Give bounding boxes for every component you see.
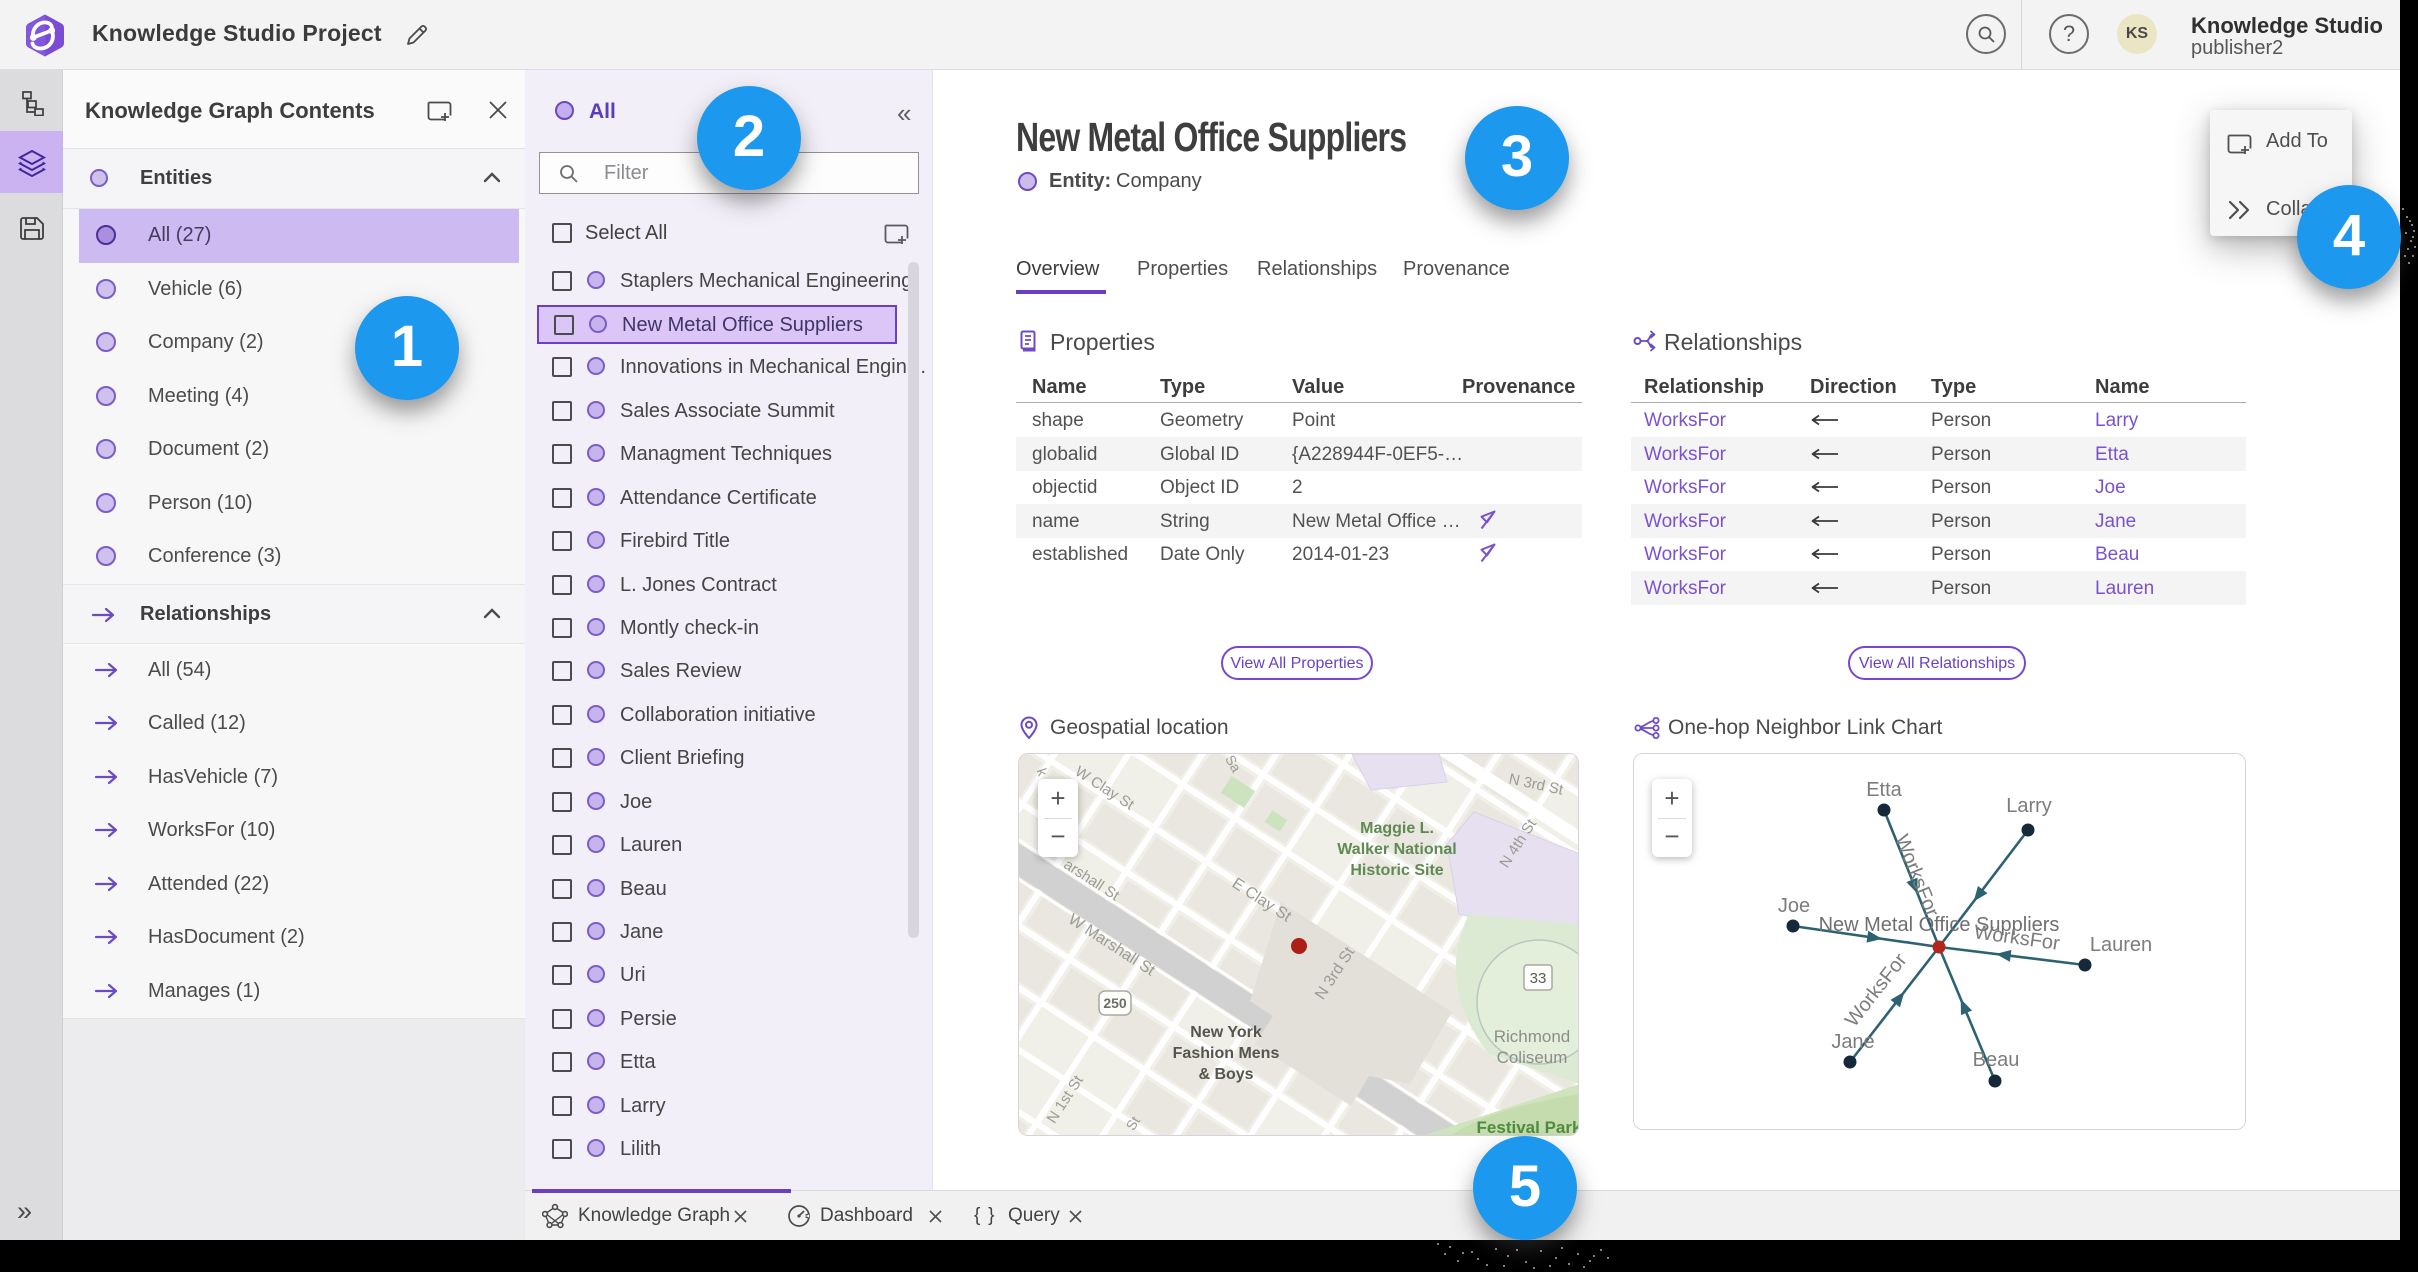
svg-text:Jane: Jane	[1831, 1031, 1874, 1053]
svg-text:Richmond: Richmond	[1494, 1027, 1571, 1046]
svg-text:& Boys: & Boys	[1198, 1066, 1253, 1083]
svg-text:New York: New York	[1190, 1024, 1262, 1041]
svg-text:Larry: Larry	[2006, 795, 2052, 817]
svg-text:Festival Park: Festival Park	[1477, 1118, 1579, 1136]
svg-text:Beau: Beau	[1973, 1049, 2020, 1071]
svg-text:250: 250	[1103, 995, 1127, 1011]
svg-text:Coliseum: Coliseum	[1497, 1048, 1568, 1067]
svg-text:Fashion Mens: Fashion Mens	[1173, 1045, 1280, 1062]
svg-text:Lauren: Lauren	[2090, 934, 2152, 956]
svg-text:Maggie L.: Maggie L.	[1360, 820, 1434, 837]
svg-text:Joe: Joe	[1778, 895, 1810, 917]
svg-text:Historic Site: Historic Site	[1350, 862, 1443, 879]
svg-text:Etta: Etta	[1866, 779, 1902, 801]
svg-text:33: 33	[1530, 970, 1547, 987]
svg-text:Walker National: Walker National	[1337, 841, 1456, 858]
